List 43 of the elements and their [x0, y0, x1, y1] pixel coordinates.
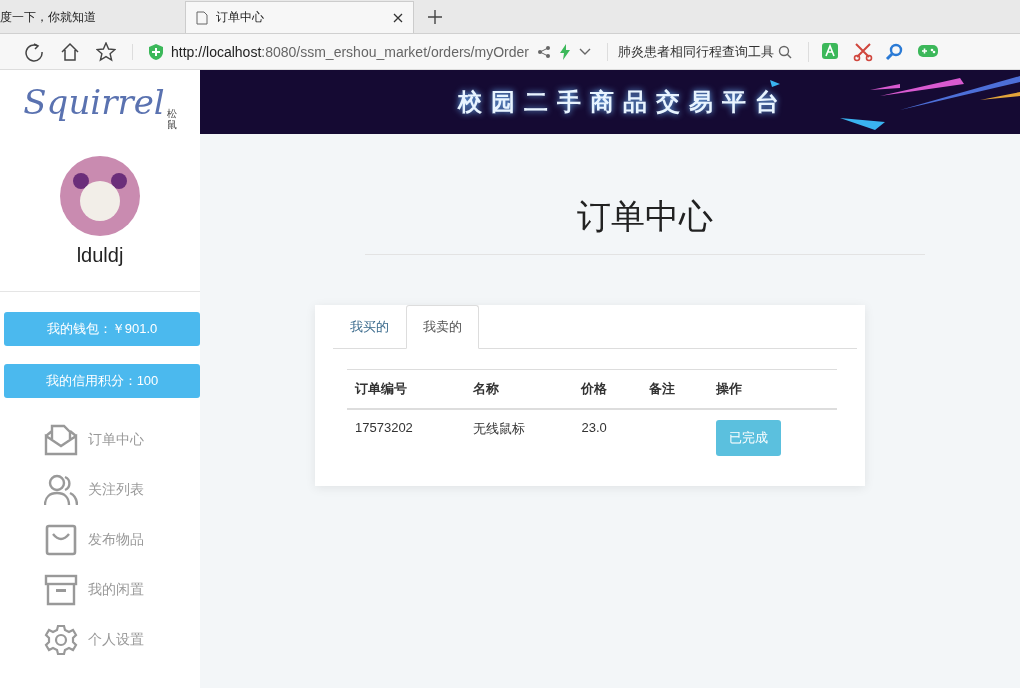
table-cell: 17573202	[355, 420, 413, 435]
star-icon[interactable]	[96, 41, 116, 62]
new-tab-icon[interactable]	[428, 10, 442, 24]
wallet-button[interactable]: 我的信用积分：100	[4, 364, 200, 398]
menu-item[interactable]: 我的闲置	[44, 573, 200, 606]
column-header: 备注	[640, 369, 708, 409]
column-header: 订单编号	[347, 369, 465, 409]
column-header: 价格	[573, 369, 641, 409]
archive-box-icon	[44, 573, 78, 606]
home-icon[interactable]	[60, 41, 80, 62]
table-cell: 23.0	[581, 420, 607, 435]
browser-tab[interactable]: 订单中心	[185, 1, 414, 33]
magnifier-icon[interactable]	[884, 41, 905, 62]
avatar-icon	[60, 156, 140, 236]
search-icon	[777, 44, 792, 59]
menu-item[interactable]: 订单中心	[44, 423, 200, 456]
close-icon[interactable]	[393, 12, 403, 23]
scissors-icon[interactable]	[852, 41, 873, 62]
address-bar[interactable]: http://localhost:8080/ssm_ershou_market/orders/myOrder	[132, 43, 591, 60]
menu-item[interactable]: 关注列表	[44, 473, 200, 506]
search-field[interactable]: 肺炎患者相同行程查询工具	[606, 42, 792, 61]
envelope-icon	[44, 423, 78, 456]
column-header: 操作	[707, 369, 837, 409]
page-icon	[196, 10, 208, 25]
users-icon	[44, 473, 78, 506]
banner-title: 校园二手商品交易平台	[458, 87, 788, 117]
table-cell: 无线鼠标	[472, 421, 525, 436]
settings-icon	[44, 623, 78, 656]
share-icon[interactable]	[536, 44, 551, 59]
page-title: 订单中心	[365, 194, 925, 255]
username: lduldj	[76, 244, 124, 267]
bag-icon	[44, 523, 78, 556]
status-button[interactable]: 已完成	[715, 420, 781, 456]
menu-item[interactable]: 个人设置	[44, 623, 200, 656]
tab[interactable]: 我买的	[333, 305, 406, 349]
menu-item[interactable]: 发布物品	[44, 523, 200, 556]
browser-tab[interactable]: 度一下，你就知道	[0, 1, 185, 33]
tab[interactable]: 我卖的	[406, 305, 479, 349]
column-header: 名称	[464, 369, 574, 409]
wallet-button[interactable]: 我的钱包：￥901.0	[4, 312, 200, 346]
chevron-down-icon[interactable]	[578, 47, 591, 56]
shield-icon	[149, 43, 163, 60]
reload-icon[interactable]	[24, 41, 44, 62]
